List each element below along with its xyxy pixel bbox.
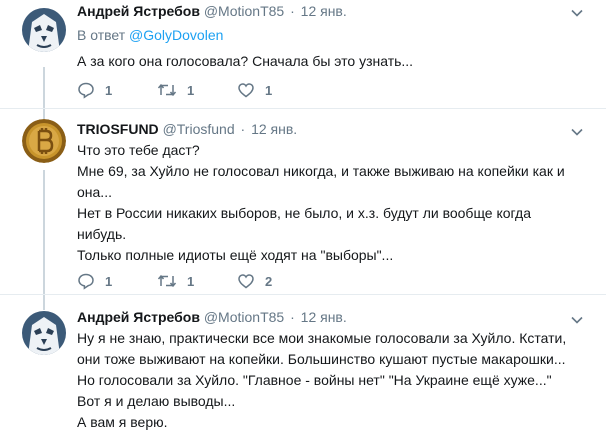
display-name[interactable]: Андрей Ястребов — [77, 309, 200, 325]
separator: · — [240, 121, 246, 137]
tweet[interactable]: TRIOSFUND @Triosfund · 12 янв. Что это т… — [0, 108, 606, 294]
chevron-down-icon[interactable] — [570, 313, 584, 327]
heart-icon — [238, 83, 254, 98]
tweet-header: TRIOSFUND @Triosfund · 12 янв. — [77, 119, 586, 139]
reply-count: 1 — [105, 82, 113, 98]
tweet-line: Вот я и делаю выводы... — [77, 393, 236, 409]
tweet[interactable]: Андрей Ястребов @MotionT85 · 12 янв. В о… — [0, 0, 606, 108]
like-count: 2 — [265, 273, 273, 289]
like-button[interactable]: 1 — [237, 81, 317, 99]
tweet-header: Андрей Ястребов @MotionT85 · 12 янв. — [77, 1, 586, 21]
tweet-line: нибудь. — [77, 226, 127, 242]
avatar[interactable] — [22, 8, 66, 52]
tweet-text: А за кого она голосовала? Сначала бы это… — [77, 51, 586, 72]
retweet-icon — [157, 274, 177, 288]
timestamp[interactable]: 12 янв. — [251, 121, 297, 137]
reply-button[interactable]: 1 — [77, 272, 157, 290]
avatar[interactable] — [22, 311, 66, 355]
tweet-line: Но голосовали за Хуйло. "Главное - войны… — [77, 372, 552, 388]
retweet-count: 1 — [187, 82, 195, 98]
lion-avatar-icon — [22, 8, 66, 52]
tweet-line: Что это тебе даст? — [77, 142, 200, 158]
reply-icon — [78, 273, 94, 290]
reply-context: В ответ @GolyDovolen — [77, 25, 586, 45]
retweet-button[interactable]: 1 — [157, 272, 237, 290]
tweet-line: Мне 69, за Хуйло не голосовал никогда, и… — [77, 163, 565, 179]
reply-prefix: В ответ — [77, 27, 126, 43]
tweet-text: Что это тебе даст? Мне 69, за Хуйло не г… — [77, 140, 586, 266]
heart-icon — [238, 274, 254, 289]
tweet-actions: 1 1 2 — [77, 271, 317, 291]
separator: · — [290, 309, 295, 325]
tweet-line: А за кого она голосовала? Сначала бы это… — [77, 53, 414, 69]
tweet-line: Нет в России никаких выборов, не было, и… — [77, 205, 531, 221]
timestamp[interactable]: 12 янв. — [301, 3, 347, 19]
reply-button[interactable]: 1 — [77, 81, 157, 99]
user-handle[interactable]: @MotionT85 — [204, 309, 284, 325]
tweet-line: А вам я верю. — [77, 414, 168, 430]
tweet-text: Ну я не знаю, практически все мои знаком… — [77, 328, 586, 433]
avatar[interactable] — [22, 119, 66, 163]
reply-count: 1 — [105, 273, 113, 289]
tweet-line: Только полные идиоты ещё ходят на "выбор… — [77, 247, 394, 263]
retweet-count: 1 — [187, 273, 195, 289]
retweet-icon — [157, 83, 177, 97]
display-name[interactable]: TRIOSFUND — [77, 121, 159, 137]
like-count: 1 — [265, 82, 273, 98]
tweet-actions: 1 1 1 — [77, 80, 317, 100]
chevron-down-icon[interactable] — [570, 6, 584, 20]
timestamp[interactable]: 12 янв. — [301, 309, 347, 325]
lion-avatar-icon — [22, 311, 66, 355]
tweet[interactable]: Андрей Ястребов @MotionT85 · 12 янв. Ну … — [0, 294, 606, 436]
bitcoin-avatar-icon — [22, 119, 66, 163]
user-handle[interactable]: @Triosfund — [163, 121, 235, 137]
separator: · — [290, 3, 295, 19]
user-handle[interactable]: @MotionT85 — [204, 3, 284, 19]
chevron-down-icon[interactable] — [570, 125, 584, 139]
tweet-line: они тоже выживают на копейки. Большинств… — [77, 351, 566, 367]
reply-mention-link[interactable]: @GolyDovolen — [129, 27, 223, 43]
tweet-line: она... — [77, 184, 112, 200]
tweet-line: Ну я не знаю, практически все мои знаком… — [77, 330, 567, 346]
like-button[interactable]: 2 — [237, 272, 317, 290]
retweet-button[interactable]: 1 — [157, 81, 237, 99]
tweet-header: Андрей Ястребов @MotionT85 · 12 янв. — [77, 307, 586, 327]
reply-icon — [78, 82, 94, 99]
display-name[interactable]: Андрей Ястребов — [77, 3, 200, 19]
